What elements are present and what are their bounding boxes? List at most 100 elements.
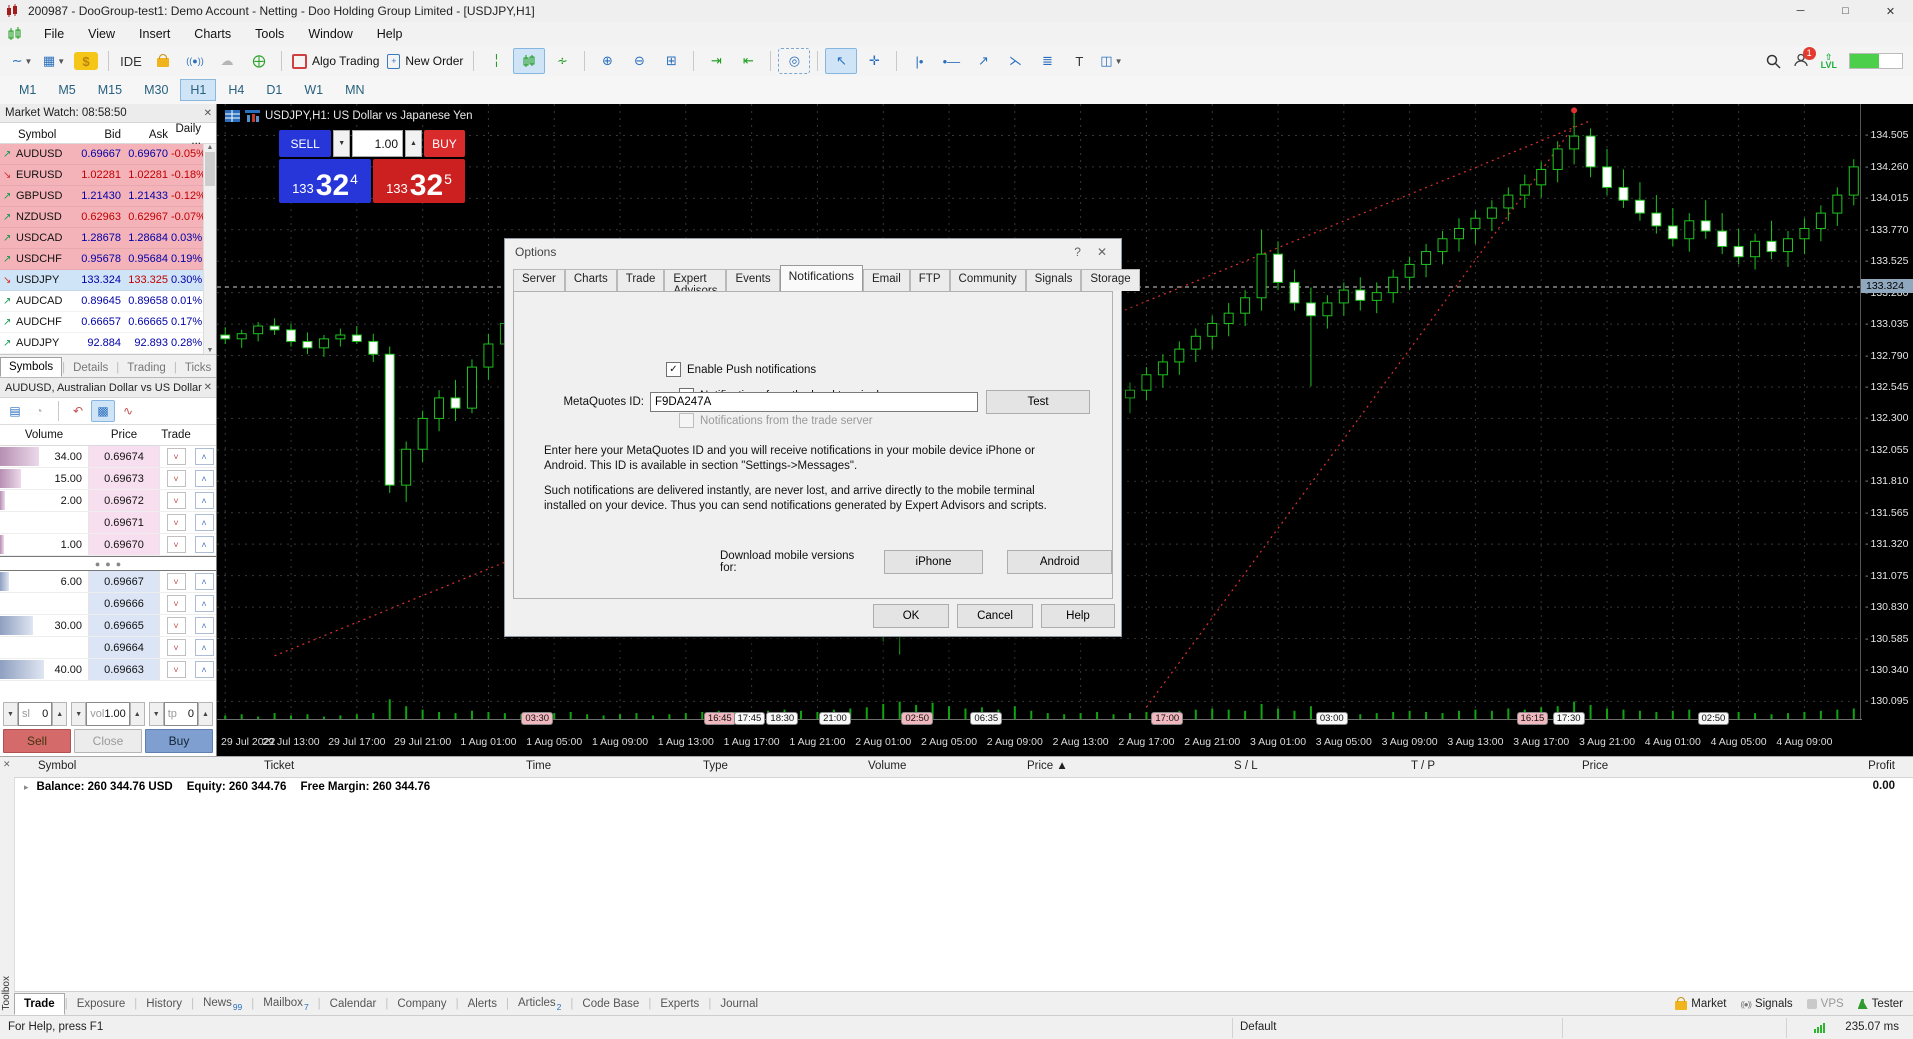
tab-trading[interactable]: Trading xyxy=(119,359,174,377)
toolbox-tab-experts[interactable]: Experts xyxy=(651,994,708,1014)
dialog-tab-expert-advisors[interactable]: Expert Advisors xyxy=(664,269,726,291)
trade-check-icon[interactable]: ˅ xyxy=(167,470,186,487)
timeframe-m5[interactable]: M5 xyxy=(48,79,85,101)
tp-increase-icon[interactable]: ▲ xyxy=(198,702,213,726)
dom-ask-row[interactable]: 15.000.69673˅˄ xyxy=(0,468,216,490)
toolbox-column-type[interactable]: Type xyxy=(703,760,728,772)
market-watch-row[interactable]: ↗AUDCAD0.896450.896580.01% xyxy=(0,291,216,312)
timeframe-mn[interactable]: MN xyxy=(335,79,374,101)
buy-price-panel[interactable]: 133 32 5 xyxy=(373,159,465,203)
enable-push-checkbox[interactable]: ✓ Enable Push notifications xyxy=(666,362,816,377)
scroll-down-icon[interactable]: ▼ xyxy=(207,347,214,354)
market-watch-row[interactable]: ↗USDCAD1.286781.286840.03% xyxy=(0,228,216,249)
toolbox-column-price[interactable]: Price ▲ xyxy=(1027,760,1068,772)
trade-check-icon[interactable]: ˅ xyxy=(167,514,186,531)
dom-bid-row[interactable]: 6.000.69667˅˄ xyxy=(0,571,216,593)
toolbox-tab-calendar[interactable]: Calendar xyxy=(321,994,386,1014)
toolbox-tab-mailbox[interactable]: Mailbox7 xyxy=(254,993,317,1016)
toolbox-tab-trade[interactable]: Trade xyxy=(14,993,65,1015)
trade-check-icon[interactable]: ˅ xyxy=(167,448,186,465)
timeframe-m15[interactable]: M15 xyxy=(88,79,132,101)
toolbox-column-price[interactable]: Price xyxy=(1582,760,1608,772)
dom-ask-row[interactable]: 34.000.69674˅˄ xyxy=(0,446,216,468)
tp-decrease-icon[interactable]: ▼ xyxy=(149,702,164,726)
menu-item-insert[interactable]: Insert xyxy=(127,24,182,44)
trade-check-icon[interactable]: ˅ xyxy=(167,536,186,553)
market-icon[interactable] xyxy=(148,49,178,73)
toolbox-tab-history[interactable]: History xyxy=(137,994,191,1014)
trade-check-icon[interactable]: ˅ xyxy=(167,617,186,634)
menu-item-view[interactable]: View xyxy=(76,24,127,44)
dialog-tab-notifications[interactable]: Notifications xyxy=(780,265,863,291)
quotes-table-icon[interactable] xyxy=(225,110,240,122)
dom-ask-row[interactable]: 1.000.69670˅˄ xyxy=(0,534,216,556)
fibonacci-icon[interactable]: ≣ xyxy=(1032,49,1062,73)
channel-icon[interactable]: ⋋ xyxy=(1000,49,1030,73)
close-button[interactable]: ✕ xyxy=(1868,0,1913,22)
tp-field[interactable]: tp0 xyxy=(164,702,198,726)
mw-column-symbol[interactable]: Symbol xyxy=(16,129,76,141)
scroll-up-icon[interactable]: ▲ xyxy=(207,144,214,151)
timeframe-d1[interactable]: D1 xyxy=(256,79,292,101)
test-button[interactable]: Test xyxy=(986,390,1090,414)
buy-button[interactable]: Buy xyxy=(145,729,213,753)
toolbox-tab-articles[interactable]: Articles2 xyxy=(509,993,570,1016)
row-expand-icon[interactable]: ˄ xyxy=(195,470,214,487)
signals-status-button[interactable]: ((●))Signals xyxy=(1740,998,1792,1010)
trade-check-icon[interactable]: ˅ xyxy=(167,639,186,656)
search-icon[interactable] xyxy=(1766,54,1781,69)
market-watch-row[interactable]: ↗AUDJPY92.88492.8930.28% xyxy=(0,333,216,354)
one-click-sell-button[interactable]: SELL xyxy=(279,130,331,157)
sl-increase-icon[interactable]: ▲ xyxy=(52,702,67,726)
close-icon[interactable]: ✕ xyxy=(204,108,212,119)
dialog-tab-community[interactable]: Community xyxy=(950,269,1026,291)
sell-price-panel[interactable]: 133 32 4 xyxy=(279,159,371,203)
timeframe-h4[interactable]: H4 xyxy=(218,79,254,101)
tester-status-button[interactable]: Tester xyxy=(1858,998,1903,1010)
minimize-button[interactable]: ─ xyxy=(1778,0,1823,22)
volume-increase-icon[interactable]: ▲ xyxy=(130,702,145,726)
close-icon[interactable]: ✕ xyxy=(204,382,212,393)
dialog-tab-email[interactable]: Email xyxy=(863,269,910,291)
toolbox-column-symbol[interactable]: Symbol xyxy=(38,760,76,772)
volume-field[interactable]: vol1.00 xyxy=(86,702,129,726)
dom-tick-chart-icon[interactable]: ∿ xyxy=(117,401,139,421)
toolbox-column-volume[interactable]: Volume xyxy=(868,760,906,772)
dom-bid-row[interactable]: 0.69666˅˄ xyxy=(0,593,216,615)
menu-item-window[interactable]: Window xyxy=(296,24,364,44)
toolbox-tab-exposure[interactable]: Exposure xyxy=(68,994,135,1014)
chart-style-icon[interactable]: ∼▼ xyxy=(7,49,37,73)
market-watch-row[interactable]: ↘USDJPY133.324133.3250.30% xyxy=(0,270,216,291)
row-expand-icon[interactable]: ˄ xyxy=(195,492,214,509)
mw-column-bid[interactable]: Bid xyxy=(76,129,124,141)
line-chart-icon[interactable]: ∻ xyxy=(547,49,577,73)
toolbox-column-profit[interactable]: Profit xyxy=(1868,760,1895,772)
new-order-button[interactable]: +New Order xyxy=(384,49,466,73)
dialog-tab-events[interactable]: Events xyxy=(726,269,779,291)
screenshot-icon[interactable]: ◎ xyxy=(778,48,810,74)
tab-ticks[interactable]: Ticks xyxy=(177,359,219,377)
trade-check-icon[interactable]: ˅ xyxy=(167,492,186,509)
row-expand-icon[interactable]: ˄ xyxy=(195,573,214,590)
status-profile[interactable]: Default xyxy=(1240,1021,1276,1033)
row-expand-icon[interactable]: ˄ xyxy=(195,448,214,465)
menu-item-tools[interactable]: Tools xyxy=(243,24,296,44)
auto-scroll-icon[interactable]: ⇥ xyxy=(701,49,731,73)
help-button[interactable]: Help xyxy=(1041,604,1115,628)
toolbox-column-ticket[interactable]: Ticket xyxy=(264,760,294,772)
candles-chart-icon[interactable] xyxy=(513,48,545,74)
trade-check-icon[interactable]: ˅ xyxy=(167,661,186,678)
android-button[interactable]: Android xyxy=(1007,550,1112,574)
trendline-icon[interactable]: ↗ xyxy=(968,49,998,73)
market-watch-row[interactable]: ↘EURUSD1.022811.02281-0.18% xyxy=(0,165,216,186)
close-icon[interactable]: ✕ xyxy=(3,759,11,770)
trade-check-icon[interactable]: ˅ xyxy=(167,573,186,590)
dom-bid-row[interactable]: 0.69664˅˄ xyxy=(0,637,216,659)
crosshair-icon[interactable]: ✛ xyxy=(859,49,889,73)
dom-bid-row[interactable]: 30.000.69665˅˄ xyxy=(0,615,216,637)
dom-ask-row[interactable]: 0.69671˅˄ xyxy=(0,512,216,534)
algo-trading-button[interactable]: Algo Trading xyxy=(289,49,382,73)
dialog-tab-signals[interactable]: Signals xyxy=(1026,269,1082,291)
metaeditor-ide-button[interactable]: IDE xyxy=(116,49,146,73)
market-watch-row[interactable]: ↗USDCHF0.956780.956840.19% xyxy=(0,249,216,270)
